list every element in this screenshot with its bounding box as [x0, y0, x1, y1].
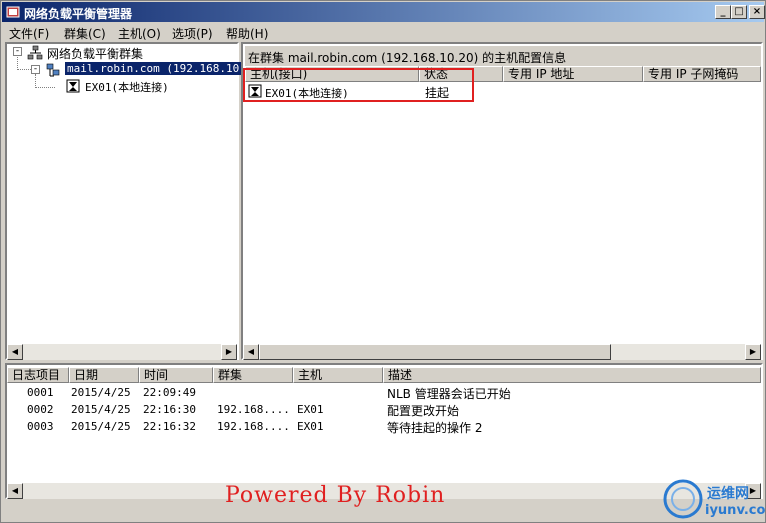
log-entry-id: 0003: [27, 420, 54, 433]
root-expander[interactable]: -: [13, 47, 22, 56]
tree-connector: [35, 74, 36, 88]
scroll-right-button[interactable]: ▶: [221, 344, 237, 360]
watermark-text: Powered By Robin: [225, 483, 446, 508]
log-entry-date: 2015/4/25: [71, 420, 131, 433]
cluster-icon: [46, 63, 60, 77]
log-entry-id: 0001: [27, 386, 54, 399]
tree-host-label[interactable]: EX01(本地连接): [85, 79, 169, 95]
minimize-button[interactable]: _: [715, 5, 731, 19]
log-entry-description: NLB 管理器会话已开始: [387, 387, 511, 401]
cluster-tree-pane[interactable]: - 网络负载平衡群集 - mail.robin.com (192.168.10.…: [5, 42, 255, 360]
tree-cluster-label[interactable]: mail.robin.com (192.168.10.2: [65, 62, 255, 75]
log-column-description[interactable]: 描述: [383, 367, 761, 383]
tree-horizontal-scrollbar[interactable]: ◀ ▶: [7, 344, 237, 360]
menu-help[interactable]: 帮助(H): [226, 25, 268, 42]
nlb-cluster-group-icon: [27, 45, 43, 60]
logo-text: 运维网: [707, 486, 749, 502]
log-entry-cluster: 192.168....: [217, 420, 290, 433]
log-column-time[interactable]: 时间: [139, 367, 213, 383]
menu-cluster[interactable]: 群集(C): [64, 25, 106, 42]
log-entry-host: EX01: [297, 420, 324, 433]
highlight-annotation: [243, 68, 474, 102]
log-entry-description: 配置更改开始: [387, 404, 460, 418]
log-entry-id: 0002: [27, 403, 54, 416]
log-pane: 日志项目 日期 时间 群集 主机 描述 0001 2015/4/25 22:09…: [5, 363, 763, 499]
tree-connector: [17, 69, 31, 70]
log-column-host[interactable]: 主机: [293, 367, 383, 383]
scroll-left-button[interactable]: ◀: [243, 344, 259, 360]
close-button[interactable]: ×: [749, 5, 765, 19]
log-entry-time: 22:16:30: [143, 403, 196, 416]
tree-connector: [35, 87, 55, 88]
log-column-entry[interactable]: 日志项目: [7, 367, 69, 383]
window-title: 网络负载平衡管理器: [24, 7, 133, 21]
log-entry-date: 2015/4/25: [71, 403, 131, 416]
nlb-app-icon: [6, 6, 20, 18]
scroll-right-button[interactable]: ▶: [745, 344, 761, 360]
scroll-thumb[interactable]: [259, 344, 611, 360]
menu-host[interactable]: 主机(O): [118, 25, 161, 42]
logo-subtext: iyunv.com: [705, 503, 766, 518]
host-suspended-icon: [66, 79, 80, 93]
menu-options[interactable]: 选项(P): [172, 25, 213, 42]
log-entry-cluster: 192.168....: [217, 403, 290, 416]
menu-bar: 文件(F) 群集(C) 主机(O) 选项(P) 帮助(H): [2, 23, 764, 41]
log-entry-description: 等待挂起的操作 2: [387, 421, 483, 435]
cluster-expander[interactable]: -: [31, 65, 40, 74]
column-dedicated-ip[interactable]: 专用 IP 地址: [503, 66, 643, 82]
scroll-left-button[interactable]: ◀: [7, 344, 23, 360]
scroll-left-button[interactable]: ◀: [7, 483, 23, 499]
nlb-manager-window: 网络负载平衡管理器 _ □ × 文件(F) 群集(C) 主机(O) 选项(P) …: [0, 0, 766, 523]
host-config-pane: 在群集 mail.robin.com (192.168.10.20) 的主机配置…: [241, 42, 763, 360]
log-entry-host: EX01: [297, 403, 324, 416]
log-column-cluster[interactable]: 群集: [213, 367, 293, 383]
menu-file[interactable]: 文件(F): [9, 25, 49, 42]
log-entry-time: 22:16:32: [143, 420, 196, 433]
detail-horizontal-scrollbar[interactable]: ◀ ▶: [243, 344, 761, 360]
detail-header: 在群集 mail.robin.com (192.168.10.20) 的主机配置…: [245, 46, 761, 66]
log-entry-time: 22:09:49: [143, 386, 196, 399]
tree-root-label[interactable]: 网络负载平衡群集: [47, 45, 143, 62]
column-dedicated-subnet[interactable]: 专用 IP 子网掩码: [643, 66, 761, 82]
log-entry-date: 2015/4/25: [71, 386, 131, 399]
title-bar[interactable]: 网络负载平衡管理器 _ □ ×: [2, 2, 765, 22]
log-column-date[interactable]: 日期: [69, 367, 139, 383]
maximize-button[interactable]: □: [731, 5, 747, 19]
